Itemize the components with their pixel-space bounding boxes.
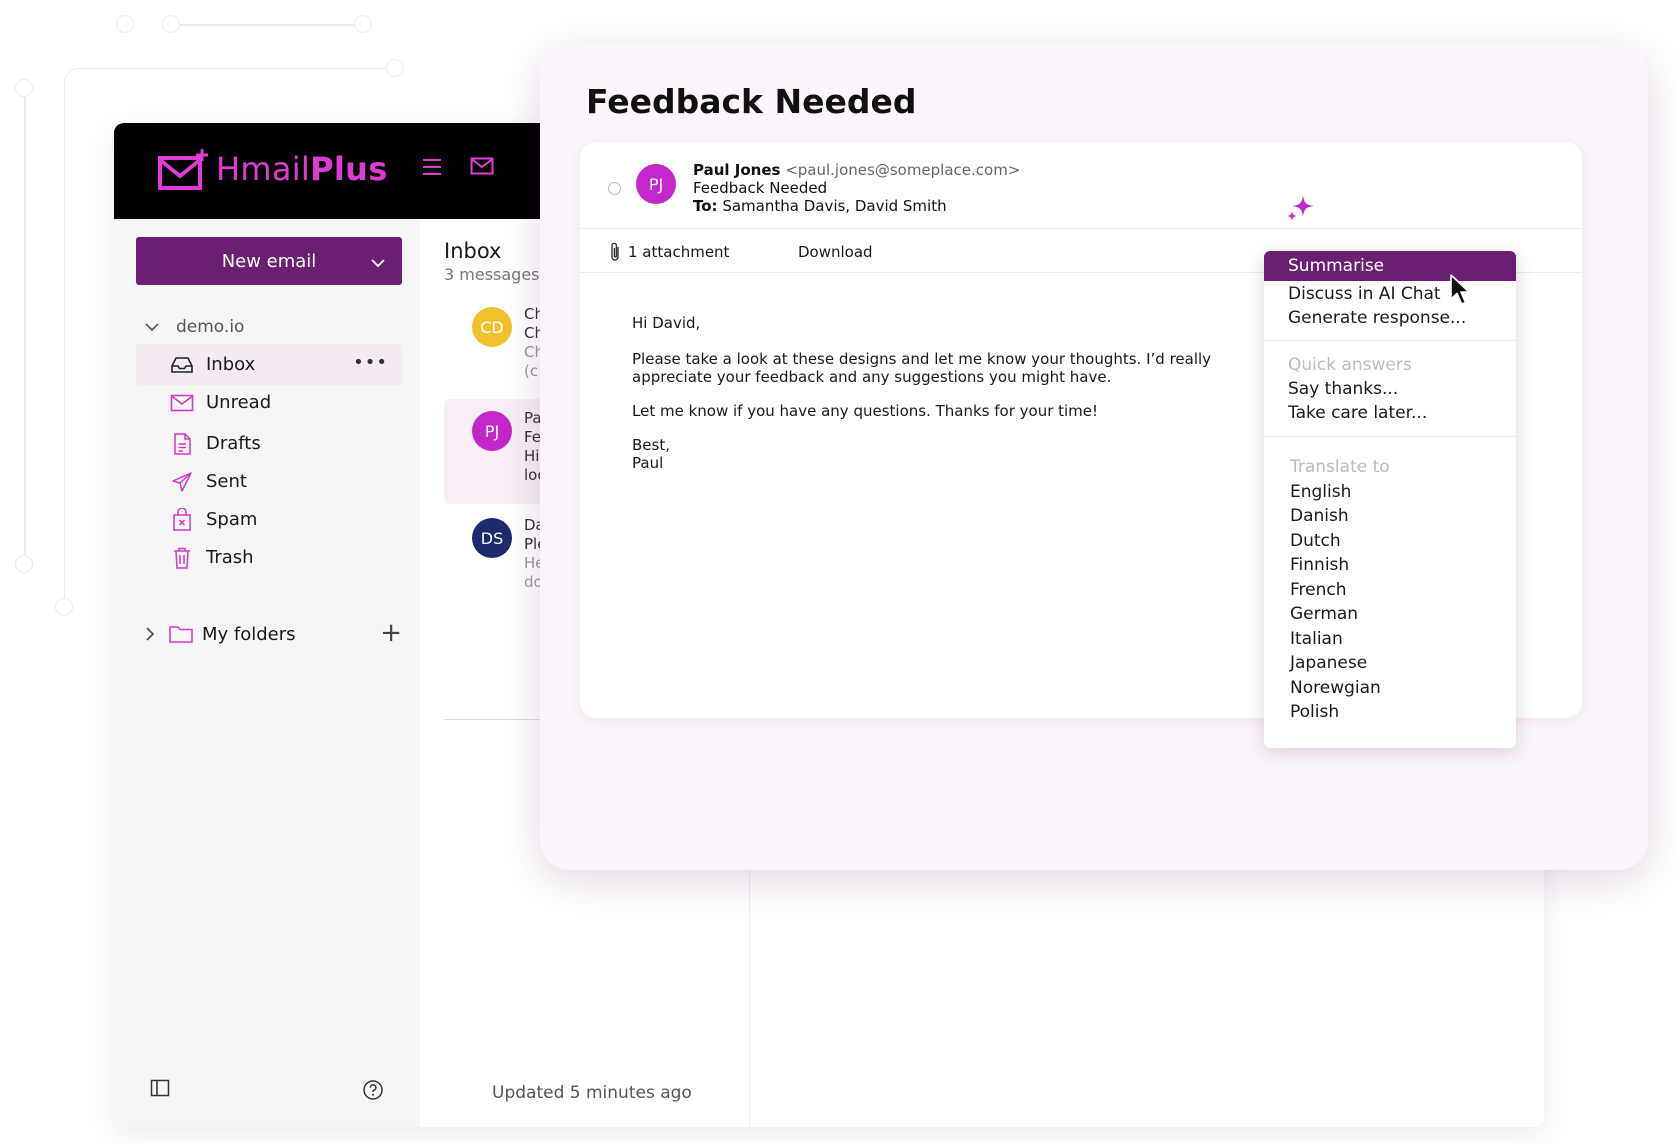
decor-dot bbox=[116, 15, 134, 33]
menu-item-finnish[interactable]: Finnish bbox=[1290, 555, 1349, 575]
menu-item-generate-response[interactable]: Generate response... bbox=[1288, 308, 1466, 328]
email-header: Paul Jones <paul.jones@someplace.com> Fe… bbox=[693, 161, 1020, 215]
email-paragraph: Please take a look at these designs and … bbox=[632, 350, 1212, 386]
folder-nav: Inbox ••• Unread Drafts Sent Spam Trash bbox=[136, 344, 402, 578]
chevron-down-icon[interactable] bbox=[370, 253, 386, 274]
hamburger-menu-icon[interactable] bbox=[421, 157, 443, 181]
more-options-icon[interactable]: ••• bbox=[353, 352, 388, 373]
download-link[interactable]: Download bbox=[798, 243, 873, 261]
menu-item-summarise[interactable]: Summarise bbox=[1264, 251, 1516, 281]
sender-email[interactable]: <paul.jones@someplace.com> bbox=[785, 161, 1020, 179]
page-title: Feedback Needed bbox=[586, 82, 917, 121]
send-icon bbox=[170, 470, 194, 494]
header-divider bbox=[580, 228, 1582, 229]
sidebar-item-spam[interactable]: Spam bbox=[136, 499, 402, 540]
brand-logo[interactable]: HmailPlus bbox=[158, 149, 388, 190]
folder-icon bbox=[169, 626, 193, 643]
chevron-down-icon bbox=[145, 323, 159, 332]
decor-dot bbox=[162, 15, 180, 33]
menu-divider bbox=[1264, 340, 1516, 341]
sidebar-item-inbox[interactable]: Inbox ••• bbox=[136, 344, 402, 385]
menu-item-italian[interactable]: Italian bbox=[1290, 629, 1343, 649]
menu-item-norwegian[interactable]: Norewgian bbox=[1290, 678, 1381, 698]
my-folders[interactable]: My folders + bbox=[144, 616, 402, 652]
email-subject: Feedback Needed bbox=[693, 179, 828, 197]
mouse-pointer-icon bbox=[1449, 273, 1473, 311]
sidebar-item-label: Sent bbox=[206, 471, 247, 492]
spam-icon bbox=[170, 507, 194, 532]
logo-envelope-icon bbox=[158, 149, 208, 190]
menu-item-polish[interactable]: Polish bbox=[1290, 702, 1339, 722]
quick-answers-header: Quick answers bbox=[1288, 355, 1412, 375]
sidebar-item-drafts[interactable]: Drafts bbox=[136, 423, 402, 464]
select-radio[interactable] bbox=[608, 182, 621, 195]
menu-item-german[interactable]: German bbox=[1290, 604, 1358, 624]
decor-dot bbox=[386, 59, 404, 77]
avatar: PJ bbox=[472, 411, 512, 451]
account-toggle[interactable]: demo.io bbox=[144, 317, 244, 337]
avatar: CD bbox=[472, 307, 512, 347]
menu-divider bbox=[1264, 436, 1516, 437]
envelope-icon bbox=[170, 391, 194, 415]
attachment-info: 1 attachment bbox=[608, 237, 729, 267]
menu-item-say-thanks[interactable]: Say thanks... bbox=[1288, 379, 1398, 399]
decor-line bbox=[24, 88, 26, 564]
mail-icon[interactable] bbox=[470, 157, 494, 179]
list-title: Inbox bbox=[444, 239, 502, 263]
decor-dot bbox=[354, 15, 372, 33]
decor-line bbox=[172, 24, 364, 26]
paperclip-icon bbox=[611, 242, 619, 261]
avatar: DS bbox=[472, 518, 512, 558]
new-email-label: New email bbox=[221, 250, 317, 272]
sidebar-item-label: Drafts bbox=[206, 433, 261, 454]
ai-actions-menu: Summarise Discuss in AI Chat Generate re… bbox=[1264, 251, 1516, 748]
sidebar-item-unread[interactable]: Unread bbox=[136, 382, 402, 423]
recipients: Samantha Davis, David Smith bbox=[722, 197, 947, 215]
email-greeting: Hi David, bbox=[632, 314, 701, 332]
brand-name: HmailPlus bbox=[216, 150, 388, 188]
decor-dot bbox=[15, 79, 33, 97]
new-email-button[interactable]: New email bbox=[136, 237, 402, 285]
draft-icon bbox=[170, 432, 194, 456]
avatar: PJ bbox=[636, 164, 676, 204]
menu-item-english[interactable]: English bbox=[1290, 482, 1351, 502]
sidebar: New email demo.io Inbox ••• Unread Draft… bbox=[114, 219, 420, 1127]
sidebar-item-trash[interactable]: Trash bbox=[136, 537, 402, 578]
my-folders-label: My folders bbox=[202, 623, 296, 645]
trash-icon bbox=[170, 546, 194, 570]
menu-item-danish[interactable]: Danish bbox=[1290, 506, 1349, 526]
add-folder-icon[interactable]: + bbox=[380, 618, 402, 648]
to-label: To: bbox=[693, 197, 718, 215]
last-updated: Updated 5 minutes ago bbox=[492, 1083, 692, 1103]
menu-item-take-care-later[interactable]: Take care later... bbox=[1288, 403, 1427, 423]
message-count: 3 messages bbox=[444, 265, 540, 284]
sidebar-item-label: Trash bbox=[206, 547, 254, 568]
email-body: Hi David, Please take a look at these de… bbox=[632, 314, 1232, 488]
menu-item-french[interactable]: French bbox=[1290, 580, 1347, 600]
help-icon[interactable] bbox=[362, 1079, 384, 1105]
email-paragraph: Let me know if you have any questions. T… bbox=[632, 402, 1099, 420]
translate-header: Translate to bbox=[1290, 457, 1390, 477]
decor-dot bbox=[15, 555, 33, 573]
sidebar-item-label: Unread bbox=[206, 392, 272, 413]
sidebar-item-label: Spam bbox=[206, 509, 258, 530]
menu-item-dutch[interactable]: Dutch bbox=[1290, 531, 1341, 551]
menu-item-japanese[interactable]: Japanese bbox=[1290, 653, 1367, 673]
attachment-count: 1 attachment bbox=[628, 243, 730, 261]
chevron-right-icon[interactable] bbox=[144, 626, 156, 642]
email-signature: Best, Paul bbox=[632, 436, 670, 472]
menu-item-discuss-ai-chat[interactable]: Discuss in AI Chat bbox=[1288, 284, 1441, 304]
inbox-icon bbox=[170, 353, 194, 377]
toggle-sidebar-icon[interactable] bbox=[150, 1079, 170, 1101]
ai-sparkle-icon[interactable] bbox=[1286, 194, 1316, 226]
sidebar-item-label: Inbox bbox=[206, 354, 256, 375]
sender-name: Paul Jones bbox=[693, 161, 781, 179]
account-name: demo.io bbox=[176, 317, 245, 337]
decor-dot bbox=[55, 598, 73, 616]
sidebar-item-sent[interactable]: Sent bbox=[136, 461, 402, 502]
